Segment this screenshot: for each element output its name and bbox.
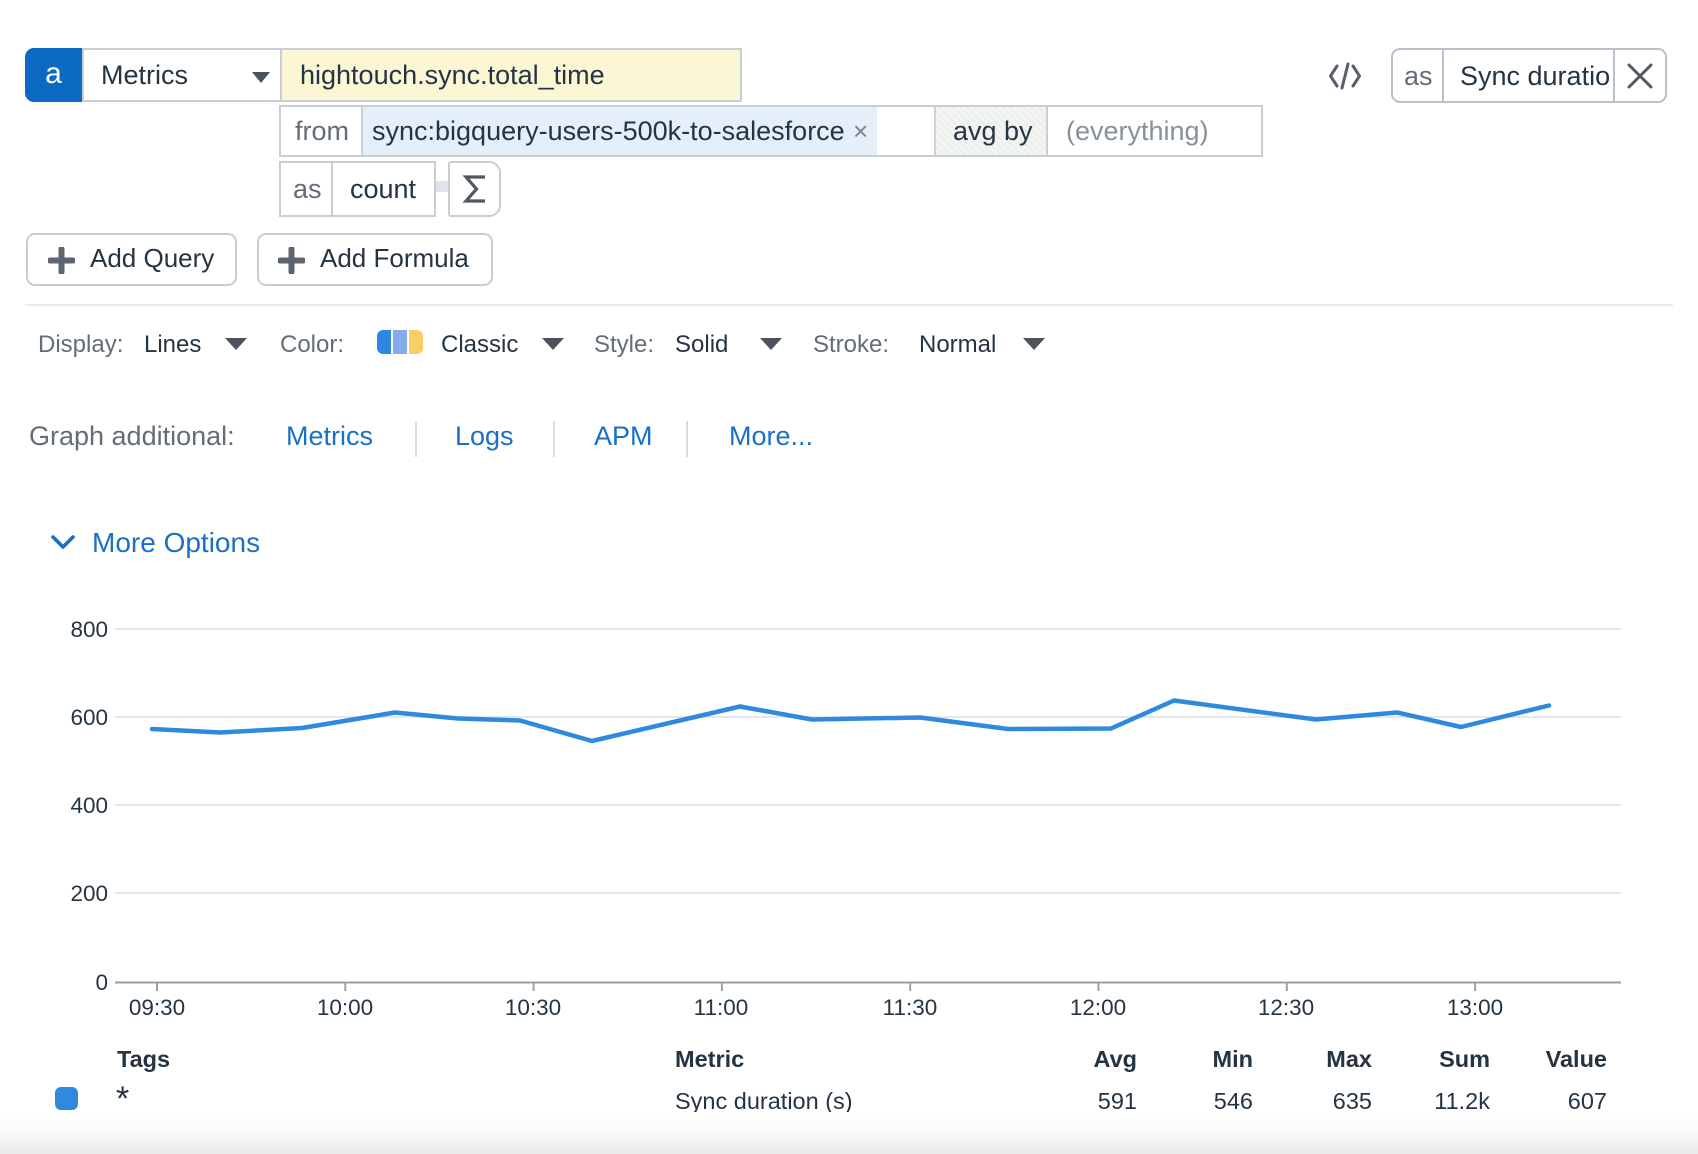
svg-text:600: 600 xyxy=(70,705,108,730)
svg-text:800: 800 xyxy=(70,617,108,642)
svg-text:12:30: 12:30 xyxy=(1258,995,1314,1020)
svg-text:400: 400 xyxy=(70,793,108,818)
svg-text:12:00: 12:00 xyxy=(1070,995,1126,1020)
svg-text:10:30: 10:30 xyxy=(505,995,561,1020)
svg-text:10:00: 10:00 xyxy=(317,995,373,1020)
svg-text:13:00: 13:00 xyxy=(1447,995,1503,1020)
svg-text:200: 200 xyxy=(70,881,108,906)
svg-text:0: 0 xyxy=(95,970,108,995)
svg-text:11:00: 11:00 xyxy=(694,995,749,1020)
svg-text:11:30: 11:30 xyxy=(883,995,938,1020)
svg-text:09:30: 09:30 xyxy=(129,995,185,1020)
